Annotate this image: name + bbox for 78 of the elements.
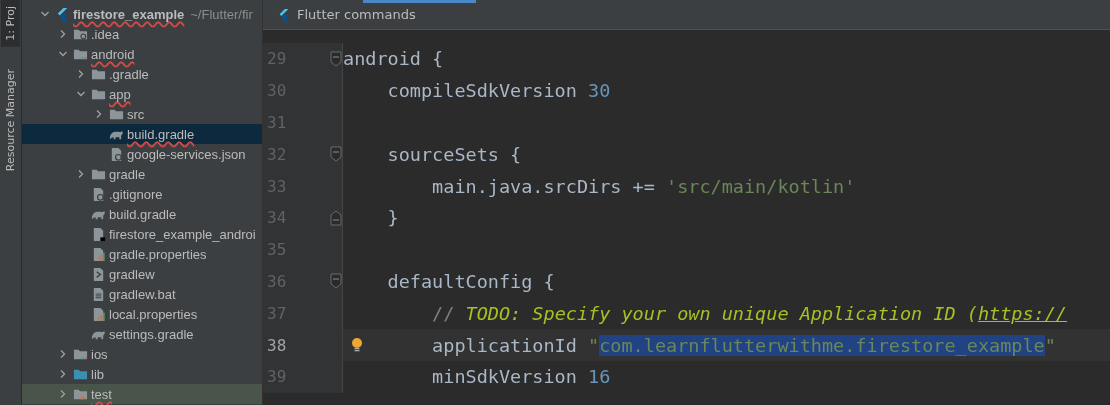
file-name: ios [91, 346, 108, 362]
file-name: gradlew.bat [109, 286, 176, 302]
tree-item[interactable]: .gradle [22, 64, 262, 84]
file-name: local.properties [109, 306, 198, 322]
tree-item[interactable]: ios [22, 344, 262, 364]
project-path: ~/Flutter/fir [190, 6, 253, 22]
file-icon [109, 146, 124, 162]
resource-manager-tab[interactable]: Resource Manager [1, 62, 20, 177]
code-line: applicationId "com.learnflutterwithme.firestore_example" [431, 334, 1056, 356]
file-icon [91, 246, 106, 262]
flutter-commands-link[interactable]: Flutter commands [297, 7, 416, 22]
tree-item[interactable]: lib [22, 364, 262, 384]
tree-item[interactable]: firestore_example ~/Flutter/fir [22, 4, 262, 24]
file-name: build.gradle [127, 126, 195, 142]
tree-item[interactable]: local.properties [22, 304, 262, 324]
file-icon [91, 226, 106, 242]
tree-item[interactable]: gradlew.bat [22, 284, 262, 304]
chevron-down-icon[interactable] [58, 49, 68, 59]
fold-marker-icon[interactable] [330, 146, 342, 163]
code-line: compileSdkVersion 30 [386, 80, 611, 102]
chevron-right-icon[interactable] [76, 69, 86, 79]
file-name: google-services.json [127, 146, 246, 162]
tree-item[interactable]: google-services.json [22, 144, 262, 164]
tree-item[interactable]: android [22, 44, 262, 64]
file-name: test [91, 386, 112, 402]
code-line: } [386, 207, 399, 229]
file-name: firestore_example_androi [109, 226, 256, 242]
tree-item[interactable]: .gitignore [22, 184, 262, 204]
chevron-down-icon[interactable] [40, 9, 50, 19]
fold-marker-icon[interactable] [330, 50, 342, 67]
file-name: gradle.properties [109, 246, 207, 262]
file-icon [91, 266, 106, 282]
file-name: android [91, 46, 135, 62]
file-name: .idea [91, 26, 120, 42]
file-name: settings.gradle [109, 326, 194, 342]
flutter-logo-icon [277, 7, 291, 22]
chevron-right-icon[interactable] [76, 169, 86, 179]
fold-marker-icon[interactable] [330, 209, 342, 226]
tree-item[interactable]: app [22, 84, 262, 104]
file-name: lib [91, 366, 104, 382]
file-name: gradlew [109, 266, 155, 282]
tree-item[interactable]: src [22, 104, 262, 124]
code-line: defaultConfig { [386, 270, 555, 292]
tree-item[interactable]: .idea [22, 24, 262, 44]
code-line: // TODO: Specify your own unique Application ID (https:// [431, 302, 1067, 324]
code-line: minSdkVersion 16 [431, 366, 611, 388]
file-name: gradle [109, 166, 146, 182]
tree-item[interactable]: build.gradle [22, 204, 262, 224]
tree-item[interactable]: settings.gradle [22, 324, 262, 344]
tree-item[interactable]: test [22, 384, 262, 404]
file-icon [91, 286, 106, 302]
file-name: build.gradle [109, 206, 177, 222]
code-line: sourceSets { [386, 143, 522, 165]
tree-item[interactable]: gradle.properties [22, 244, 262, 264]
code-line: main.java.srcDirs += 'src/main/kotlin' [431, 175, 856, 197]
fold-marker-icon[interactable] [330, 273, 342, 290]
chevron-down-icon[interactable] [76, 89, 86, 99]
lightbulb-icon[interactable] [351, 337, 363, 354]
file-name: .gitignore [109, 186, 163, 202]
file-icon [91, 306, 106, 322]
project-tab[interactable]: 1: Proj [1, 0, 20, 47]
code-line: android { [343, 48, 444, 70]
file-name: firestore_example [73, 6, 185, 22]
tree-item[interactable]: firestore_example_androi [22, 224, 262, 244]
file-name: src [127, 106, 145, 122]
chevron-right-icon[interactable] [58, 29, 68, 39]
file-name: .gradle [109, 66, 149, 82]
flutter-logo-icon [55, 6, 70, 22]
chevron-right-icon[interactable] [94, 109, 104, 119]
file-icon [91, 186, 106, 202]
file-name: app [109, 86, 131, 102]
tree-item[interactable]: build.gradle [22, 124, 262, 144]
chevron-right-icon[interactable] [58, 369, 68, 379]
line-number: 38 [266, 335, 288, 355]
tree-item[interactable]: gradle [22, 164, 262, 184]
chevron-right-icon[interactable] [58, 349, 68, 359]
chevron-right-icon[interactable] [58, 389, 68, 399]
tree-item[interactable]: gradlew [22, 264, 262, 284]
